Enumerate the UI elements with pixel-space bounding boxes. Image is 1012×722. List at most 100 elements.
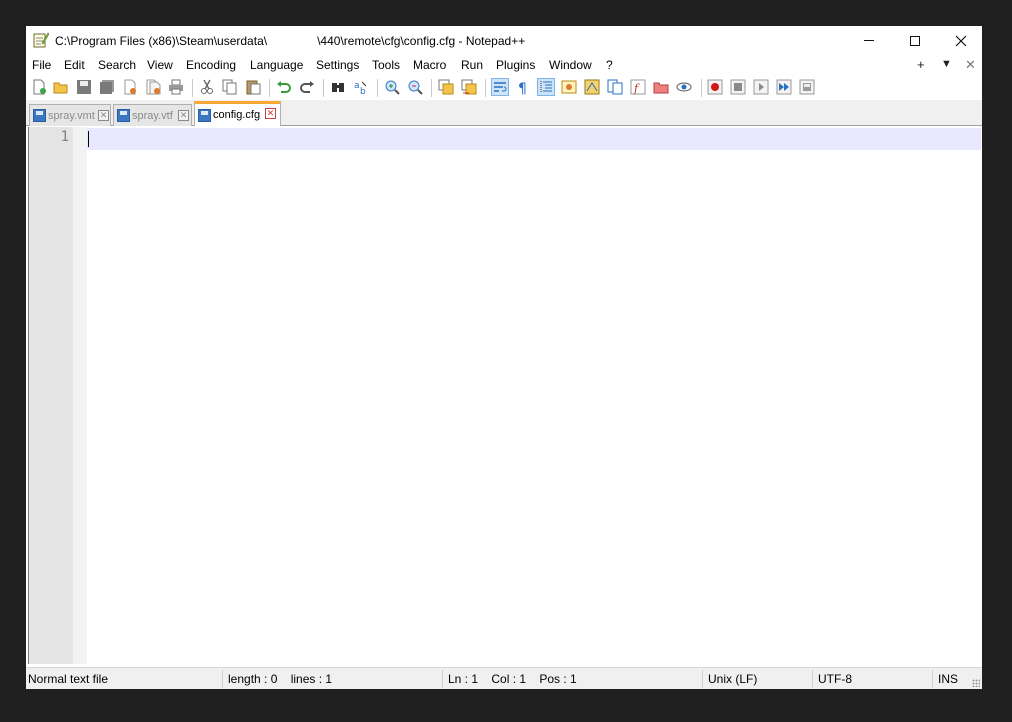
status-cursor-position[interactable]: Ln : 1 Col : 1 Pos : 1 bbox=[448, 668, 577, 690]
run-macro-multiple-icon[interactable] bbox=[776, 79, 792, 95]
find-icon[interactable] bbox=[330, 79, 346, 95]
current-line-highlight bbox=[87, 128, 981, 150]
status-length-lines: length : 0 lines : 1 bbox=[228, 672, 333, 686]
text-editor[interactable]: 1 bbox=[28, 127, 981, 664]
status-eol-format[interactable]: Unix (LF) bbox=[708, 668, 757, 690]
open-file-icon[interactable] bbox=[53, 79, 69, 95]
copy-icon[interactable] bbox=[222, 79, 238, 95]
fold-margin[interactable] bbox=[73, 127, 87, 664]
undo-icon[interactable] bbox=[276, 79, 292, 95]
maximize-button[interactable] bbox=[892, 26, 938, 55]
menu-bar: File Edit Search View Encoding Language … bbox=[26, 55, 982, 75]
user-defined-language-icon[interactable] bbox=[561, 79, 577, 95]
status-divider bbox=[222, 670, 223, 688]
menu-file[interactable]: File bbox=[32, 58, 51, 72]
menu-macro[interactable]: Macro bbox=[413, 58, 446, 72]
menu-view[interactable]: View bbox=[147, 58, 173, 72]
play-macro-icon[interactable] bbox=[753, 79, 769, 95]
window-title: C:\Program Files (x86)\Steam\userdata\ \… bbox=[55, 34, 526, 48]
menu-run[interactable]: Run bbox=[461, 58, 483, 72]
svg-text:b: b bbox=[360, 87, 366, 95]
menu-settings[interactable]: Settings bbox=[316, 58, 359, 72]
sync-horizontal-icon[interactable] bbox=[461, 79, 477, 95]
status-divider bbox=[932, 670, 933, 688]
record-macro-icon[interactable] bbox=[707, 79, 723, 95]
close-button[interactable] bbox=[938, 26, 984, 55]
tab-config-cfg[interactable]: config.cfg ✕ bbox=[194, 101, 281, 126]
redo-icon[interactable] bbox=[299, 79, 315, 95]
menu-window[interactable]: Window bbox=[549, 58, 592, 72]
tab-bar: spray.vmt ✕ spray.vtf ✕ config.cfg ✕ bbox=[26, 101, 982, 126]
line-number-margin: 1 bbox=[29, 127, 73, 664]
tab-spray-vtf[interactable]: spray.vtf ✕ bbox=[113, 104, 192, 126]
menu-language[interactable]: Language bbox=[250, 58, 303, 72]
maximize-icon bbox=[910, 35, 920, 46]
status-file-type: Normal text file bbox=[28, 672, 109, 686]
text-caret bbox=[88, 131, 89, 147]
svg-text:a: a bbox=[354, 81, 360, 91]
status-bar: Normal text file length : 0 lines : 1 Ln… bbox=[26, 667, 982, 689]
file-saved-icon bbox=[198, 108, 211, 122]
tab-spray-vmt[interactable]: spray.vmt ✕ bbox=[29, 104, 111, 126]
toolbar-divider bbox=[377, 79, 378, 97]
show-all-characters-icon[interactable]: ¶ bbox=[515, 79, 531, 95]
sync-vertical-icon[interactable] bbox=[438, 79, 454, 95]
stop-macro-icon[interactable] bbox=[730, 79, 746, 95]
menu-encoding[interactable]: Encoding bbox=[186, 58, 236, 72]
toolbar-divider bbox=[269, 79, 270, 97]
status-encoding[interactable]: UTF-8 bbox=[818, 668, 852, 690]
indent-guide-icon[interactable] bbox=[537, 78, 555, 96]
menu-search[interactable]: Search bbox=[98, 58, 136, 72]
status-divider bbox=[442, 670, 443, 688]
toolbar-divider bbox=[485, 79, 486, 97]
minimize-icon bbox=[864, 40, 874, 41]
tab-close-icon[interactable]: ✕ bbox=[178, 110, 189, 121]
title-bar[interactable]: C:\Program Files (x86)\Steam\userdata\ \… bbox=[26, 26, 982, 55]
print-icon[interactable] bbox=[168, 79, 184, 95]
zoom-out-icon[interactable] bbox=[407, 79, 423, 95]
replace-icon[interactable]: ab bbox=[353, 79, 369, 95]
document-list-icon[interactable] bbox=[607, 79, 623, 95]
svg-text:¶: ¶ bbox=[518, 81, 527, 95]
minimize-button[interactable] bbox=[846, 26, 892, 55]
save-icon[interactable] bbox=[76, 79, 92, 95]
monitoring-eye-icon[interactable] bbox=[676, 79, 692, 95]
menu-tools[interactable]: Tools bbox=[372, 58, 400, 72]
notepadpp-icon bbox=[33, 32, 49, 48]
menu-help[interactable]: ? bbox=[606, 58, 613, 72]
status-divider bbox=[702, 670, 703, 688]
resize-grip[interactable] bbox=[972, 679, 980, 687]
status-divider bbox=[812, 670, 813, 688]
folder-as-workspace-icon[interactable] bbox=[653, 79, 669, 95]
line-number: 1 bbox=[60, 129, 69, 145]
save-macro-icon[interactable] bbox=[799, 79, 815, 95]
close-all-icon[interactable] bbox=[145, 79, 161, 95]
close-document-icon[interactable]: ✕ bbox=[965, 57, 976, 73]
status-insert-mode[interactable]: INS bbox=[938, 668, 958, 690]
notepadpp-window: C:\Program Files (x86)\Steam\userdata\ \… bbox=[25, 25, 983, 689]
tab-label: spray.vmt bbox=[48, 109, 95, 122]
file-saved-icon bbox=[117, 109, 130, 122]
cut-icon[interactable] bbox=[199, 79, 215, 95]
tab-close-icon[interactable]: ✕ bbox=[98, 110, 109, 121]
document-map-icon[interactable] bbox=[584, 79, 600, 95]
menu-plugins[interactable]: Plugins bbox=[496, 58, 535, 72]
file-saved-icon bbox=[33, 109, 46, 122]
save-all-icon[interactable] bbox=[99, 79, 115, 95]
new-tab-plus-icon[interactable]: + bbox=[917, 57, 925, 72]
tab-label: config.cfg bbox=[213, 109, 261, 121]
paste-icon[interactable] bbox=[245, 79, 261, 95]
zoom-in-icon[interactable] bbox=[384, 79, 400, 95]
close-icon bbox=[955, 35, 967, 46]
toolbar: ab ¶ f bbox=[26, 75, 982, 101]
tab-close-icon[interactable]: ✕ bbox=[265, 108, 276, 119]
tab-label: spray.vtf bbox=[132, 109, 173, 122]
new-file-icon[interactable] bbox=[31, 79, 47, 95]
toolbar-divider bbox=[701, 79, 702, 97]
tab-list-dropdown-icon[interactable]: ▼ bbox=[941, 58, 952, 70]
menu-edit[interactable]: Edit bbox=[64, 58, 85, 72]
toolbar-divider bbox=[192, 79, 193, 97]
close-file-icon[interactable] bbox=[122, 79, 138, 95]
word-wrap-icon[interactable] bbox=[491, 78, 509, 96]
function-list-icon[interactable]: f bbox=[630, 79, 646, 95]
